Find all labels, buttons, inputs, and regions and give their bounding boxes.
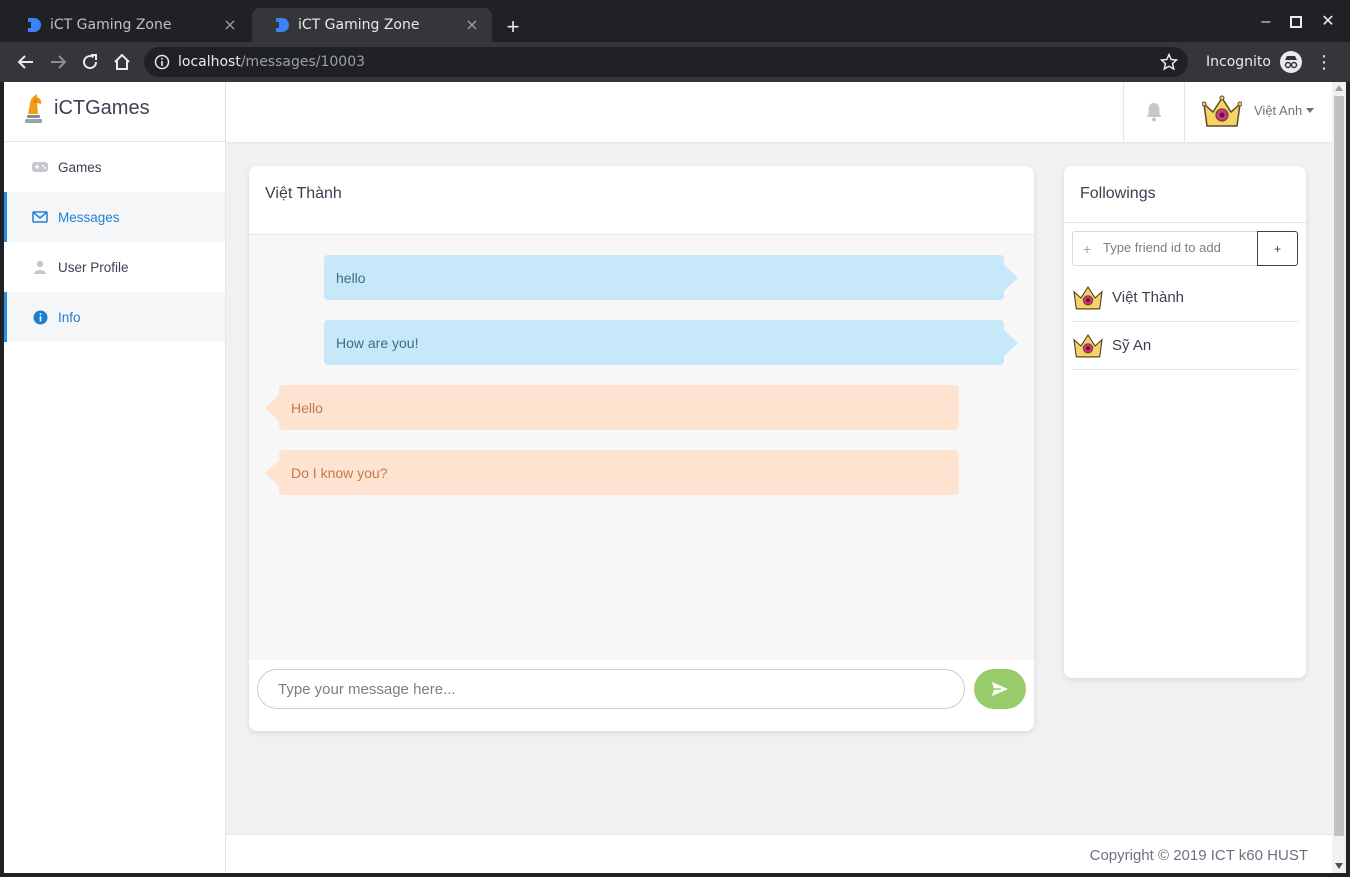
minimize-icon[interactable]: – [1256,12,1276,32]
sidebar-item-info[interactable]: Info [4,292,225,342]
tab-close-icon[interactable]: × [222,17,238,33]
maximize-icon[interactable] [1286,12,1306,32]
message-bubble-incoming: Do I know you? [265,450,959,495]
new-tab-button[interactable]: + [500,14,526,40]
brand[interactable]: iCTGames [4,82,225,142]
sidebar-item-label: Info [58,309,81,325]
top-header: Việt Anh [226,82,1332,142]
followings-title: Followings [1080,185,1156,202]
url-host: localhost [178,54,241,70]
send-button[interactable] [974,669,1026,709]
site-info-icon[interactable] [154,54,170,70]
page-footer: Copyright © 2019 ICT k60 HUST [226,834,1332,873]
tab-title: iCT Gaming Zone [298,17,420,33]
browser-tab[interactable]: iCT Gaming Zone × [4,8,250,42]
friend-item[interactable]: Việt Thành [1072,274,1298,322]
add-friend-button[interactable]: + [1257,231,1298,266]
message-text: hello [336,269,366,286]
sidebar: iCTGames Games Messages User Profile Inf… [4,82,226,873]
copyright-text: Copyright © 2019 ICT k60 HUST [1089,847,1308,864]
tab-close-icon[interactable]: × [464,17,480,33]
tab-title: iCT Gaming Zone [50,17,172,33]
message-list: hello How are you! Hello Do I know you? [249,235,1034,660]
chevron-down-icon[interactable] [1306,108,1314,113]
friend-name: Việt Thành [1112,289,1185,306]
home-icon[interactable] [111,51,133,73]
sidebar-item-label: User Profile [58,259,129,275]
page-viewport: iCTGames Games Messages User Profile Inf… [4,82,1346,873]
friend-id-input[interactable] [1103,240,1253,255]
chess-knight-logo-icon [25,94,42,123]
followings-panel: Followings + + Việt Thành [1064,166,1306,678]
browser-window: iCT Gaming Zone × iCT Gaming Zone × + – … [0,0,1350,877]
site-favicon-icon [276,18,289,32]
browser-toolbar: localhost/messages/10003 Incognito ⋮ [0,42,1350,82]
scrollbar-thumb[interactable] [1334,96,1344,836]
scroll-up-arrow-icon[interactable] [1335,85,1343,91]
message-text: How are you! [336,334,419,351]
incognito-icon[interactable] [1280,51,1302,73]
address-bar[interactable]: localhost/messages/10003 [144,47,1188,77]
chat-composer [249,660,1034,731]
notification-bell-icon[interactable] [1123,82,1185,142]
site-favicon-icon [28,18,41,32]
close-window-icon[interactable]: ✕ [1318,12,1338,32]
add-friend-field[interactable]: + [1072,231,1258,266]
scroll-down-arrow-icon[interactable] [1335,863,1343,869]
friend-avatar-crown-icon [1073,285,1103,309]
message-bubble-outgoing: hello [324,255,1018,300]
message-text: Do I know you? [291,464,388,481]
send-icon [992,682,1008,696]
message-bubble-outgoing: How are you! [324,320,1018,365]
bookmark-star-icon[interactable] [1160,53,1178,71]
forward-arrow-icon[interactable] [47,51,69,73]
chat-title: Việt Thành [265,185,342,202]
user-avatar-crown-icon[interactable] [1202,94,1242,130]
brand-name: iCTGames [54,97,150,119]
sidebar-item-messages[interactable]: Messages [4,192,225,242]
message-bubble-incoming: Hello [265,385,959,430]
back-arrow-icon[interactable] [15,51,37,73]
url-text: localhost/messages/10003 [178,54,365,70]
sidebar-item-label: Games [58,159,102,175]
tab-strip: iCT Gaming Zone × iCT Gaming Zone × + – … [0,0,1350,42]
divider [1064,222,1306,223]
friend-avatar-crown-icon [1073,333,1103,357]
info-icon [32,309,48,325]
message-text: Hello [291,399,323,416]
chat-panel: Việt Thành hello How are you! Hello Do I… [249,166,1034,731]
gamepad-icon [32,159,48,175]
envelope-icon [32,209,48,225]
plus-icon: + [1083,241,1092,257]
friend-item[interactable]: Sỹ An [1072,322,1298,370]
url-path: /messages/10003 [240,54,366,70]
chat-header: Việt Thành [249,166,1034,235]
reload-icon[interactable] [79,51,101,73]
friend-name: Sỹ An [1112,337,1152,354]
browser-menu-icon[interactable]: ⋮ [1314,52,1334,72]
user-name-dropdown[interactable]: Việt Anh [1254,103,1302,118]
incognito-label: Incognito [1206,54,1271,70]
sidebar-item-games[interactable]: Games [4,142,225,192]
sidebar-item-label: Messages [58,209,120,225]
sidebar-item-user-profile[interactable]: User Profile [4,242,225,292]
vertical-scrollbar[interactable] [1332,82,1346,873]
browser-tab-active[interactable]: iCT Gaming Zone × [252,8,492,42]
user-icon [32,259,48,275]
message-input[interactable] [257,669,965,709]
